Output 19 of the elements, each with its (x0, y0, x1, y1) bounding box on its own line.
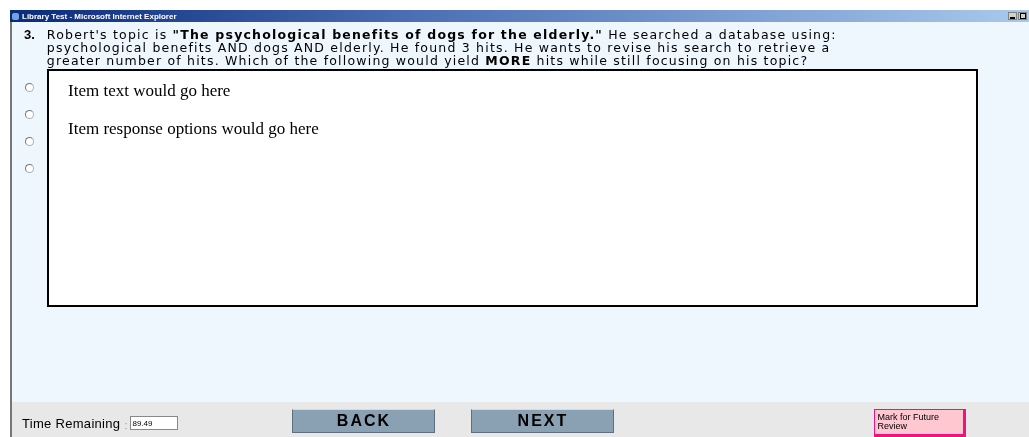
separator-text: : (124, 419, 128, 431)
window-title: Library Test - Microsoft Internet Explorer (22, 11, 178, 21)
placeholder-text: Item text would go here (68, 81, 232, 101)
radio-button[interactable] (25, 137, 34, 146)
mark-review-button[interactable]: Mark for Future Review (874, 409, 967, 437)
placeholder-text: Item response options would go here (68, 119, 320, 139)
app-icon (12, 12, 19, 20)
time-label: Time Remaining (22, 416, 121, 431)
next-button[interactable]: NEXT (471, 409, 615, 433)
radio-button[interactable] (25, 83, 34, 92)
question-text: greater number of hits. Which of the following would yield MORE hits while still focusing on his topic? (46, 54, 810, 67)
question-text: psychological benefits AND dogs AND elderly. He found 3 hits. He wants to revise his search to retrieve a (46, 41, 831, 54)
question-text: Robert's topic is "The psychological benefits of dogs for the elderly." He searched a database using: (46, 28, 837, 41)
back-button[interactable]: BACK (292, 409, 436, 433)
maximize-icon[interactable] (1019, 13, 1026, 19)
time-field[interactable]: 89.49 (130, 416, 179, 430)
question-number: 3. (24, 28, 35, 44)
radio-button[interactable] (25, 164, 34, 173)
radio-button[interactable] (25, 110, 34, 119)
